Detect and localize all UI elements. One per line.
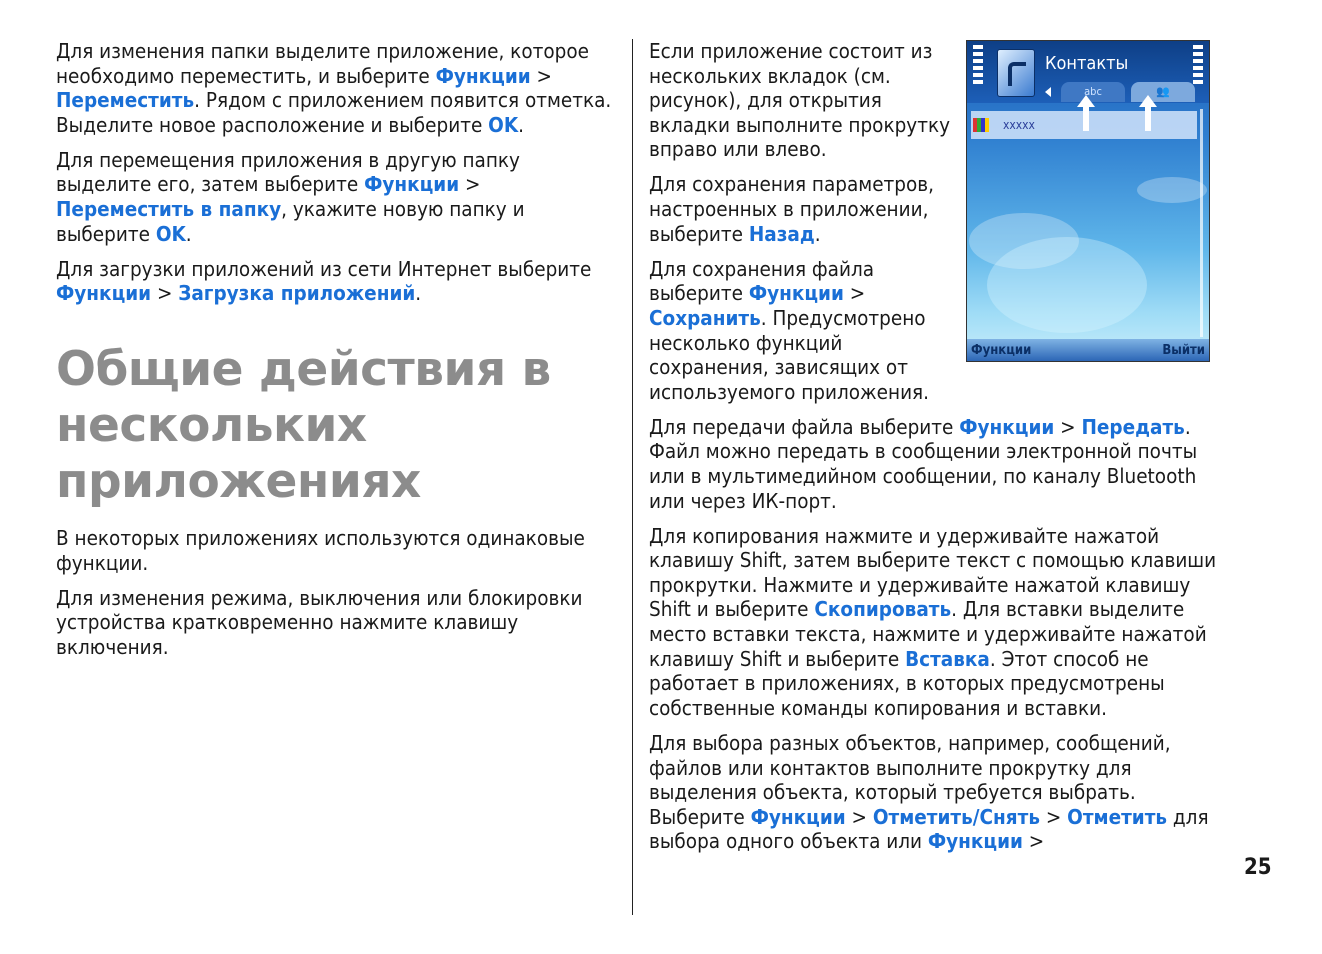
phone-title: Контакты bbox=[1045, 53, 1129, 74]
arrow-up-icon bbox=[1139, 95, 1157, 131]
paragraph: В некоторых приложениях используются оди… bbox=[56, 525, 585, 575]
tab-left-arrow-icon[interactable] bbox=[1045, 87, 1051, 97]
keyword-functions: Функции bbox=[927, 829, 1023, 854]
paragraph: Для изменения режима, выключения или бло… bbox=[56, 585, 583, 659]
keyword-functions: Функции bbox=[959, 414, 1055, 439]
keyword-mark-unmark: Отметить/Снять bbox=[872, 804, 1040, 829]
scrollbar[interactable] bbox=[1200, 109, 1203, 337]
left-column: Для изменения папки выделите приложение,… bbox=[56, 39, 621, 670]
softkey-exit[interactable]: Выйти bbox=[1162, 343, 1205, 359]
keyword-download-apps: Загрузка приложений bbox=[178, 281, 416, 306]
paragraph: Для сохранения параметров, настроенных в… bbox=[649, 172, 934, 246]
keyword-send: Передать bbox=[1081, 414, 1185, 439]
keyword-functions: Функции bbox=[750, 804, 846, 829]
arrow-up-icon bbox=[1077, 95, 1095, 131]
page-number: 25 bbox=[1244, 855, 1272, 880]
paragraph: Если приложение состоит из нескольких вк… bbox=[649, 39, 951, 162]
battery-icon bbox=[1193, 45, 1203, 85]
paragraph: Для загрузки приложений из сети Интернет… bbox=[56, 256, 592, 306]
paragraph: Для изменения папки выделите приложение,… bbox=[56, 39, 612, 137]
paragraph: Для передачи файла выберите Функции > Пе… bbox=[649, 414, 1198, 513]
background-bubble bbox=[987, 237, 1147, 333]
keyword-save: Сохранить bbox=[649, 305, 761, 330]
keyword-move-to-folder: Переместить в папку bbox=[56, 197, 282, 222]
phone-screenshot: Контакты abc 👥 xxxxx Функции Выйти bbox=[966, 40, 1210, 362]
background-bubble bbox=[1137, 177, 1207, 203]
paragraph: Для перемещения приложения в другую папк… bbox=[56, 147, 525, 246]
keyword-paste: Вставка bbox=[905, 646, 990, 671]
keyword-copy: Скопировать bbox=[814, 597, 952, 622]
keyword-functions: Функции bbox=[435, 63, 531, 88]
keyword-mark: Отметить bbox=[1067, 804, 1168, 829]
contact-icon bbox=[973, 118, 989, 132]
paragraph: Для сохранения файла выберите Функции > … bbox=[649, 256, 930, 404]
keyword-functions: Функции bbox=[56, 281, 152, 306]
keyword-move: Переместить bbox=[56, 88, 195, 113]
keyword-ok: OK bbox=[488, 112, 519, 137]
keyword-functions: Функции bbox=[748, 281, 844, 306]
paragraph: Для выбора разных объектов, например, со… bbox=[649, 730, 1209, 854]
contact-name: xxxxx bbox=[1003, 118, 1035, 132]
contacts-app-icon bbox=[997, 49, 1035, 97]
keyword-ok: OK bbox=[155, 221, 186, 246]
paragraph: Для копирования нажмите и удерживайте на… bbox=[649, 523, 1217, 720]
section-heading: Общие действия в нескольких приложениях bbox=[56, 341, 551, 509]
keyword-back: Назад bbox=[748, 221, 815, 246]
softkey-functions[interactable]: Функции bbox=[971, 343, 1031, 359]
keyword-functions: Функции bbox=[364, 172, 460, 197]
signal-icon bbox=[973, 45, 983, 85]
column-divider bbox=[632, 39, 633, 915]
softkey-bar: Функции Выйти bbox=[967, 339, 1209, 361]
